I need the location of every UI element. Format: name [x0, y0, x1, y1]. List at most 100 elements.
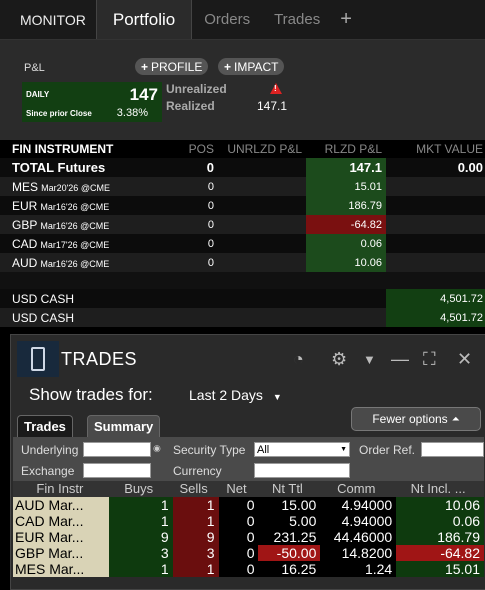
- plus-icon: +: [141, 59, 149, 74]
- cash-name: USD CASH: [12, 310, 75, 325]
- summary-row[interactable]: CAD Mar... 1 1 0 5.00 4.94000 0.06: [13, 513, 485, 529]
- minimize-icon[interactable]: —: [391, 349, 409, 370]
- since-prior-pct: 3.38%: [116, 107, 148, 119]
- position-symbol: GBP: [12, 217, 38, 232]
- position-rlzd: 0.06: [306, 234, 386, 253]
- position-mkt: [386, 177, 485, 196]
- summary-comm: 14.8200: [320, 545, 397, 561]
- gear-icon[interactable]: ⚙: [331, 349, 347, 370]
- position-instrument: GBP Mar16'26 @CME: [0, 218, 180, 232]
- total-row[interactable]: TOTAL Futures 0 147.1 0.00: [0, 158, 485, 177]
- date-range-dropdown[interactable]: Last 2 Days ▼: [189, 387, 282, 403]
- currency-label: Currency: [173, 464, 222, 478]
- cash-row[interactable]: USD CASH 4,501.72: [0, 289, 485, 308]
- summary-buys: 1: [108, 561, 173, 577]
- tab-monitor[interactable]: MONITOR: [0, 0, 96, 39]
- warning-icon[interactable]: [270, 83, 282, 94]
- col-rlzd[interactable]: RLZD P&L: [306, 140, 386, 158]
- summary-row[interactable]: EUR Mar... 9 9 0 231.25 44.46000 186.79: [13, 529, 485, 545]
- pnl-panel: P&L + PROFILE + IMPACT DAILY 147 Since p…: [0, 40, 485, 140]
- summary-net: 0: [218, 545, 259, 561]
- summary-sells: 1: [172, 497, 219, 513]
- info-icon[interactable]: ◉: [153, 443, 161, 454]
- summary-fin-instr: AUD Mar...: [13, 497, 109, 513]
- currency-input[interactable]: [254, 463, 350, 478]
- cash-row[interactable]: USD CASH 4,501.72: [0, 308, 485, 327]
- show-trades-label: Show trades for:: [29, 385, 153, 404]
- summary-row[interactable]: AUD Mar... 1 1 0 15.00 4.94000 10.06: [13, 497, 485, 513]
- position-row[interactable]: CAD Mar17'26 @CME 0 0.06: [0, 234, 485, 253]
- position-expiry: Mar16'26 @CME: [40, 258, 110, 269]
- trades-subtabs: Trades Summary: [15, 415, 482, 437]
- position-instrument: MES Mar20'26 @CME: [0, 180, 180, 194]
- position-mkt: [386, 234, 485, 253]
- summary-fin-instr: MES Mar...: [13, 561, 109, 577]
- since-prior-label: Since prior Close: [26, 109, 92, 118]
- underlying-input[interactable]: [83, 442, 151, 457]
- col-nt-incl[interactable]: Nt Incl. ...: [396, 481, 484, 497]
- position-pos: 0: [207, 237, 214, 250]
- summary-net: 0: [218, 513, 259, 529]
- caret-down-icon: ▼: [272, 392, 282, 402]
- col-mkt[interactable]: MKT VALUE: [386, 140, 485, 158]
- col-pos[interactable]: POS: [180, 142, 218, 156]
- trades-window: TRADES ◔ ⚙ ▼ — ⛶ ✕ Show trades for: Last…: [10, 334, 485, 590]
- exchange-input[interactable]: [83, 463, 151, 478]
- chevron-down-icon[interactable]: ▼: [363, 352, 376, 367]
- total-pos: 0: [206, 160, 214, 175]
- summary-comm: 44.46000: [320, 529, 397, 545]
- tab-orders[interactable]: Orders: [192, 0, 262, 39]
- tab-portfolio[interactable]: Portfolio: [95, 0, 193, 39]
- tab-trades[interactable]: Trades: [262, 0, 332, 39]
- col-unrlzd[interactable]: UNRLZD P&L: [218, 142, 306, 156]
- grid-separator: [0, 272, 485, 289]
- col-nt-ttl[interactable]: Nt Ttl: [258, 481, 320, 497]
- security-type-select[interactable]: All ▼: [254, 442, 350, 457]
- position-pos: 0: [207, 218, 214, 231]
- position-pos: 0: [207, 199, 214, 212]
- trades-title: TRADES: [61, 348, 138, 369]
- add-tab-button[interactable]: +: [332, 0, 360, 39]
- summary-sells: 9: [172, 529, 219, 545]
- close-icon[interactable]: ✕: [457, 349, 472, 370]
- cash-mkt: 4,501.72: [386, 289, 485, 308]
- summary-nt-incl: 10.06: [396, 497, 485, 513]
- col-comm[interactable]: Comm: [320, 481, 396, 497]
- impact-button-label: IMPACT: [234, 59, 279, 74]
- summary-nt-ttl: -50.00: [258, 545, 321, 561]
- position-symbol: EUR: [12, 198, 38, 213]
- cash-rlzd: [306, 289, 386, 308]
- position-symbol: MES: [12, 179, 39, 194]
- position-expiry: Mar16'26 @CME: [40, 220, 110, 231]
- position-instrument: AUD Mar16'26 @CME: [0, 256, 180, 270]
- order-ref-input[interactable]: [421, 442, 484, 457]
- summary-sells: 1: [172, 561, 219, 577]
- col-buys[interactable]: Buys: [109, 481, 173, 497]
- maximize-icon[interactable]: ⛶: [423, 349, 436, 370]
- tab-trades-list[interactable]: Trades: [17, 415, 73, 437]
- position-row[interactable]: GBP Mar16'26 @CME 0 -64.82: [0, 215, 485, 234]
- position-row[interactable]: MES Mar20'26 @CME 0 15.01: [0, 177, 485, 196]
- col-sells[interactable]: Sells: [173, 481, 219, 497]
- security-type-value: All: [257, 443, 270, 456]
- position-expiry: Mar16'26 @CME: [40, 201, 110, 212]
- col-fin-instr[interactable]: Fin Instr: [13, 481, 109, 497]
- plus-icon: +: [224, 59, 232, 74]
- summary-buys: 3: [108, 545, 173, 561]
- summary-sells: 3: [172, 545, 219, 561]
- chat-icon[interactable]: ◔: [293, 349, 304, 370]
- profile-button[interactable]: + PROFILE: [135, 58, 209, 75]
- summary-row[interactable]: GBP Mar... 3 3 0 -50.00 14.8200 -64.82: [13, 545, 485, 561]
- summary-fin-instr: CAD Mar...: [13, 513, 109, 529]
- impact-button[interactable]: + IMPACT: [218, 58, 285, 75]
- col-net[interactable]: Net: [219, 481, 259, 497]
- tab-summary[interactable]: Summary: [87, 415, 161, 437]
- position-row[interactable]: AUD Mar16'26 @CME 0 10.06: [0, 253, 485, 272]
- col-instrument[interactable]: FIN INSTRUMENT: [0, 142, 180, 156]
- position-row[interactable]: EUR Mar16'26 @CME 0 186.79: [0, 196, 485, 215]
- position-mkt: [386, 253, 485, 272]
- summary-row[interactable]: MES Mar... 1 1 0 16.25 1.24 15.01: [13, 561, 485, 577]
- exchange-label: Exchange: [21, 464, 75, 478]
- daily-pnl-box: DAILY 147 Since prior Close 3.38%: [22, 82, 162, 122]
- summary-fin-instr: EUR Mar...: [13, 529, 109, 545]
